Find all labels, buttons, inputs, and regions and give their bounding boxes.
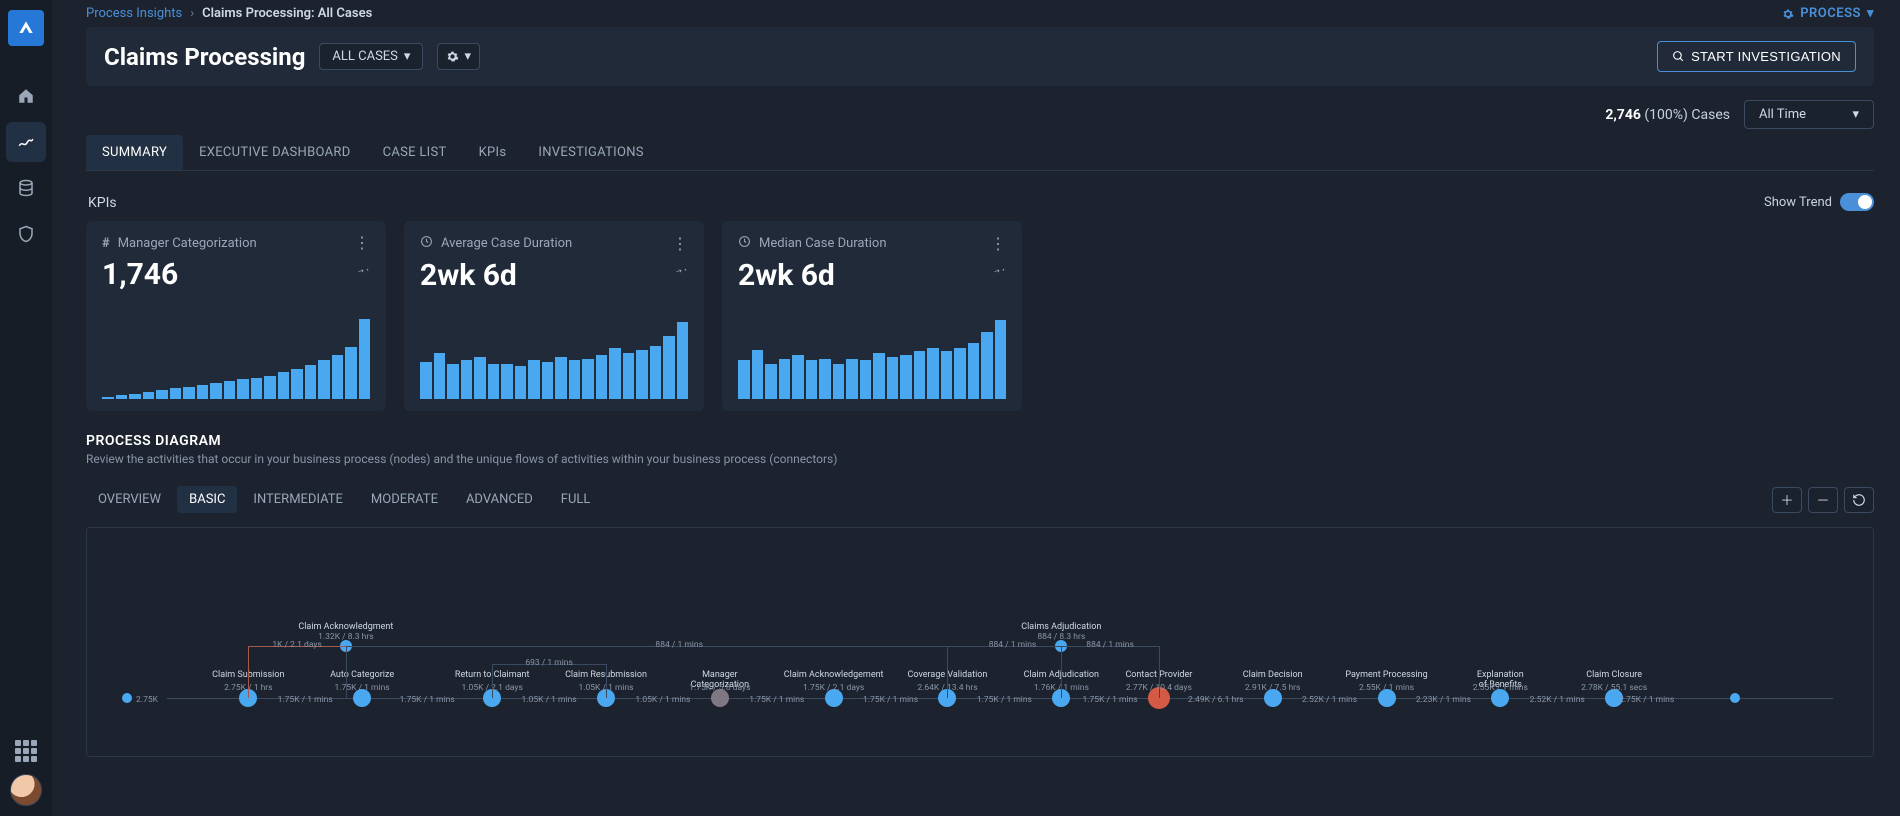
kpi-value: 2wk 6d [420,258,688,293]
kpi-value: 2wk 6d [738,258,1006,293]
show-trend-label: Show Trend [1764,195,1832,210]
time-range-label: All Time [1759,107,1806,122]
kpi-icon [738,235,751,252]
kpi-value: 1,746 [102,257,370,292]
diagram-level-moderate[interactable]: MODERATE [359,486,450,513]
kpi-title: Median Case Duration [759,236,982,251]
kpi-sparkline [420,311,688,399]
zoom-in-button[interactable]: ＋ [1772,487,1802,513]
time-range-dropdown[interactable]: All Time ▾ [1744,100,1874,129]
cases-filter-dropdown[interactable]: ALL CASES ▾ [319,43,423,70]
pin-icon[interactable] [994,263,1006,279]
tab-kpis[interactable]: KPIs [463,135,523,170]
gear-icon [446,50,459,63]
diagram-level-full[interactable]: FULL [549,486,603,513]
tab-summary[interactable]: SUMMARY [86,135,183,170]
caret-down-icon: ▾ [1852,107,1859,122]
refresh-icon [1852,493,1866,507]
diagram-level-overview[interactable]: OVERVIEW [86,486,173,513]
process-menu-label: PROCESS [1800,6,1861,21]
page-header: Claims Processing ALL CASES ▾ ▾ START IN… [86,27,1874,86]
show-trend-toggle[interactable] [1840,193,1874,211]
tab-executive-dashboard[interactable]: EXECUTIVE DASHBOARD [183,135,367,170]
process-diagram-canvas[interactable]: 2.75KClaim Submission2.75K / 1 hrsAuto C… [86,527,1874,757]
kpi-icon: # [102,236,110,251]
gear-icon [1782,8,1794,20]
kpi-menu-icon[interactable]: ⋮ [672,236,688,252]
kpi-card[interactable]: Median Case Duration ⋮ 2wk 6d [722,221,1022,411]
breadcrumb-current: Claims Processing: All Cases [202,6,372,21]
kpi-card[interactable]: # Manager Categorization ⋮ 1,746 [86,221,386,411]
nav-security-icon[interactable] [6,214,46,254]
cases-filter-label: ALL CASES [332,49,397,64]
kpi-section-title: KPIs [88,195,117,211]
reset-zoom-button[interactable] [1844,487,1874,513]
breadcrumb-link[interactable]: Process Insights [86,6,182,21]
settings-dropdown[interactable]: ▾ [437,43,480,70]
process-diagram-title: PROCESS DIAGRAM [86,433,1874,449]
kpi-menu-icon[interactable]: ⋮ [990,236,1006,252]
tab-investigations[interactable]: INVESTIGATIONS [522,135,659,170]
case-count: 2,746 (100%) Cases [1605,107,1730,123]
breadcrumb: Process Insights › Claims Processing: Al… [86,6,372,21]
page-title: Claims Processing [104,43,305,71]
diagram-level-advanced[interactable]: ADVANCED [454,486,545,513]
diagram-level-tabs: OVERVIEWBASICINTERMEDIATEMODERATEADVANCE… [86,486,602,513]
caret-down-icon: ▾ [464,49,471,64]
diagram-level-basic[interactable]: BASIC [177,486,237,513]
start-investigation-label: START INVESTIGATION [1691,49,1841,64]
tab-case-list[interactable]: CASE LIST [367,135,463,170]
pin-icon[interactable] [358,263,370,279]
start-investigation-button[interactable]: START INVESTIGATION [1657,41,1856,72]
brand-logo[interactable] [8,10,44,46]
chevron-right-icon: › [190,6,194,21]
kpi-menu-icon[interactable]: ⋮ [354,235,370,251]
process-menu[interactable]: PROCESS ▾ [1782,6,1874,21]
left-sidebar [0,0,52,816]
kpi-icon [420,235,433,252]
nav-process-icon[interactable] [6,122,46,162]
kpi-card[interactable]: Average Case Duration ⋮ 2wk 6d [404,221,704,411]
kpi-sparkline [738,311,1006,399]
process-diagram-desc: Review the activities that occur in your… [86,452,1874,466]
pin-icon[interactable] [676,263,688,279]
zoom-out-button[interactable]: － [1808,487,1838,513]
kpi-title: Average Case Duration [441,236,664,251]
caret-down-icon: ▾ [1867,6,1874,21]
apps-menu-icon[interactable] [15,740,37,762]
search-icon [1672,50,1685,63]
kpi-title: Manager Categorization [118,236,346,251]
nav-data-icon[interactable] [6,168,46,208]
caret-down-icon: ▾ [404,49,411,64]
view-tabs: SUMMARYEXECUTIVE DASHBOARDCASE LISTKPIsI… [86,135,1874,171]
kpi-sparkline [102,310,370,399]
nav-home-icon[interactable] [6,76,46,116]
user-avatar[interactable] [10,774,42,806]
diagram-level-intermediate[interactable]: INTERMEDIATE [241,486,355,513]
